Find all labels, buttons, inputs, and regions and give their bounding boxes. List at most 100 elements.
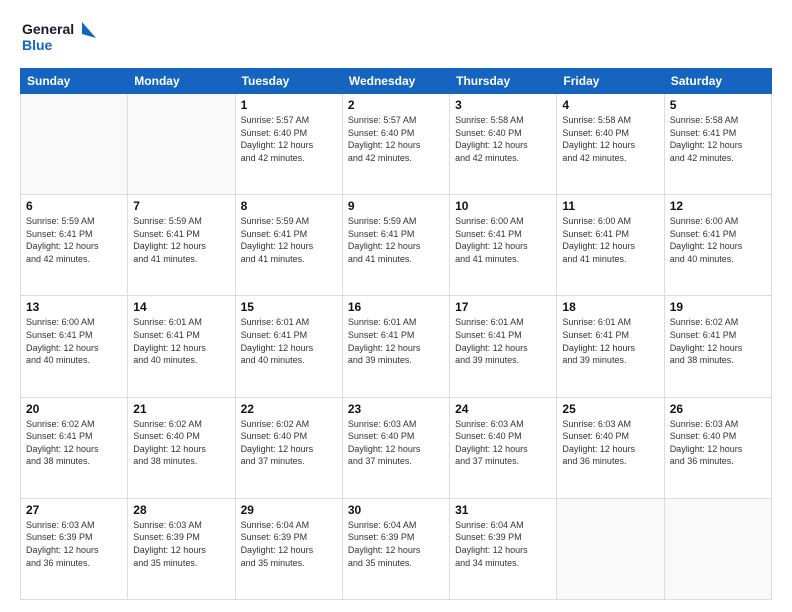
day-info: Sunrise: 6:00 AM Sunset: 6:41 PM Dayligh… — [562, 215, 658, 265]
day-info: Sunrise: 6:01 AM Sunset: 6:41 PM Dayligh… — [562, 316, 658, 366]
day-info: Sunrise: 6:03 AM Sunset: 6:40 PM Dayligh… — [562, 418, 658, 468]
day-number: 13 — [26, 300, 122, 314]
calendar-cell: 4 Sunrise: 5:58 AM Sunset: 6:40 PM Daylig… — [557, 94, 664, 195]
day-number: 16 — [348, 300, 444, 314]
calendar-cell: 28 Sunrise: 6:03 AM Sunset: 6:39 PM Dayli… — [128, 498, 235, 599]
day-number: 31 — [455, 503, 551, 517]
day-info: Sunrise: 6:00 AM Sunset: 6:41 PM Dayligh… — [455, 215, 551, 265]
day-info: Sunrise: 5:59 AM Sunset: 6:41 PM Dayligh… — [348, 215, 444, 265]
calendar-cell: 14Sunrise: 6:01 AM Sunset: 6:41 PM Dayli… — [128, 296, 235, 397]
day-info: Sunrise: 6:00 AM Sunset: 6:41 PM Dayligh… — [670, 215, 766, 265]
day-number: 1 — [241, 98, 337, 112]
calendar-cell: 1 Sunrise: 5:57 AM Sunset: 6:40 PM Daylig… — [235, 94, 342, 195]
calendar-cell — [664, 498, 771, 599]
calendar-cell: 6 Sunrise: 5:59 AM Sunset: 6:41 PM Daylig… — [21, 195, 128, 296]
calendar-cell: 22 Sunrise: 6:02 AM Sunset: 6:40 PM Dayli… — [235, 397, 342, 498]
day-info: Sunrise: 6:02 AM Sunset: 6:41 PM Dayligh… — [26, 418, 122, 468]
day-info: Sunrise: 5:59 AM Sunset: 6:41 PM Dayligh… — [241, 215, 337, 265]
day-number: 21 — [133, 402, 229, 416]
day-info: Sunrise: 5:58 AM Sunset: 6:41 PM Dayligh… — [670, 114, 766, 164]
day-info: Sunrise: 5:58 AM Sunset: 6:40 PM Dayligh… — [455, 114, 551, 164]
calendar-cell: 7 Sunrise: 5:59 AM Sunset: 6:41 PM Daylig… — [128, 195, 235, 296]
day-info: Sunrise: 6:03 AM Sunset: 6:39 PM Dayligh… — [26, 519, 122, 569]
day-info: Sunrise: 6:03 AM Sunset: 6:39 PM Dayligh… — [133, 519, 229, 569]
calendar-cell: 15Sunrise: 6:01 AM Sunset: 6:41 PM Dayli… — [235, 296, 342, 397]
day-number: 17 — [455, 300, 551, 314]
day-info: Sunrise: 6:04 AM Sunset: 6:39 PM Dayligh… — [241, 519, 337, 569]
day-number: 27 — [26, 503, 122, 517]
day-info: Sunrise: 6:04 AM Sunset: 6:39 PM Dayligh… — [348, 519, 444, 569]
calendar: SundayMondayTuesdayWednesdayThursdayFrid… — [20, 68, 772, 600]
day-info: Sunrise: 5:57 AM Sunset: 6:40 PM Dayligh… — [348, 114, 444, 164]
day-number: 12 — [670, 199, 766, 213]
calendar-cell: 8 Sunrise: 5:59 AM Sunset: 6:41 PM Daylig… — [235, 195, 342, 296]
day-number: 23 — [348, 402, 444, 416]
calendar-header-thursday: Thursday — [450, 69, 557, 94]
day-info: Sunrise: 6:00 AM Sunset: 6:41 PM Dayligh… — [26, 316, 122, 366]
calendar-header-saturday: Saturday — [664, 69, 771, 94]
day-number: 6 — [26, 199, 122, 213]
calendar-cell: 31 Sunrise: 6:04 AM Sunset: 6:39 PM Dayli… — [450, 498, 557, 599]
calendar-header-friday: Friday — [557, 69, 664, 94]
day-info: Sunrise: 5:59 AM Sunset: 6:41 PM Dayligh… — [133, 215, 229, 265]
calendar-cell — [128, 94, 235, 195]
calendar-header-monday: Monday — [128, 69, 235, 94]
calendar-cell: 3 Sunrise: 5:58 AM Sunset: 6:40 PM Daylig… — [450, 94, 557, 195]
calendar-cell: 21 Sunrise: 6:02 AM Sunset: 6:40 PM Dayli… — [128, 397, 235, 498]
day-number: 11 — [562, 199, 658, 213]
day-number: 28 — [133, 503, 229, 517]
day-info: Sunrise: 5:58 AM Sunset: 6:40 PM Dayligh… — [562, 114, 658, 164]
day-info: Sunrise: 6:03 AM Sunset: 6:40 PM Dayligh… — [670, 418, 766, 468]
page: GeneralBlue SundayMondayTuesdayWednesday… — [0, 0, 792, 612]
day-number: 30 — [348, 503, 444, 517]
day-number: 8 — [241, 199, 337, 213]
day-info: Sunrise: 5:57 AM Sunset: 6:40 PM Dayligh… — [241, 114, 337, 164]
calendar-cell: 23 Sunrise: 6:03 AM Sunset: 6:40 PM Dayli… — [342, 397, 449, 498]
day-number: 22 — [241, 402, 337, 416]
day-number: 9 — [348, 199, 444, 213]
calendar-cell — [557, 498, 664, 599]
day-number: 25 — [562, 402, 658, 416]
day-number: 3 — [455, 98, 551, 112]
calendar-cell: 18Sunrise: 6:01 AM Sunset: 6:41 PM Dayli… — [557, 296, 664, 397]
calendar-cell: 24 Sunrise: 6:03 AM Sunset: 6:40 PM Dayli… — [450, 397, 557, 498]
day-number: 10 — [455, 199, 551, 213]
calendar-cell: 30 Sunrise: 6:04 AM Sunset: 6:39 PM Dayli… — [342, 498, 449, 599]
day-number: 7 — [133, 199, 229, 213]
day-info: Sunrise: 6:03 AM Sunset: 6:40 PM Dayligh… — [455, 418, 551, 468]
day-info: Sunrise: 5:59 AM Sunset: 6:41 PM Dayligh… — [26, 215, 122, 265]
calendar-cell: 10 Sunrise: 6:00 AM Sunset: 6:41 PM Dayli… — [450, 195, 557, 296]
logo: GeneralBlue — [20, 18, 100, 58]
calendar-cell: 29 Sunrise: 6:04 AM Sunset: 6:39 PM Dayli… — [235, 498, 342, 599]
calendar-cell: 19Sunrise: 6:02 AM Sunset: 6:41 PM Dayli… — [664, 296, 771, 397]
calendar-header-tuesday: Tuesday — [235, 69, 342, 94]
calendar-cell: 16 Sunrise: 6:01 AM Sunset: 6:41 PM Dayli… — [342, 296, 449, 397]
day-info: Sunrise: 6:01 AM Sunset: 6:41 PM Dayligh… — [133, 316, 229, 366]
calendar-cell: 27 Sunrise: 6:03 AM Sunset: 6:39 PM Dayli… — [21, 498, 128, 599]
svg-text:Blue: Blue — [22, 37, 53, 53]
day-info: Sunrise: 6:03 AM Sunset: 6:40 PM Dayligh… — [348, 418, 444, 468]
day-info: Sunrise: 6:02 AM Sunset: 6:40 PM Dayligh… — [133, 418, 229, 468]
day-info: Sunrise: 6:01 AM Sunset: 6:41 PM Dayligh… — [241, 316, 337, 366]
calendar-cell: 11 Sunrise: 6:00 AM Sunset: 6:41 PM Dayli… — [557, 195, 664, 296]
day-info: Sunrise: 6:04 AM Sunset: 6:39 PM Dayligh… — [455, 519, 551, 569]
calendar-cell: 5 Sunrise: 5:58 AM Sunset: 6:41 PM Daylig… — [664, 94, 771, 195]
day-number: 26 — [670, 402, 766, 416]
day-number: 4 — [562, 98, 658, 112]
day-info: Sunrise: 6:01 AM Sunset: 6:41 PM Dayligh… — [455, 316, 551, 366]
calendar-cell: 9 Sunrise: 5:59 AM Sunset: 6:41 PM Daylig… — [342, 195, 449, 296]
day-number: 19 — [670, 300, 766, 314]
logo-icon: GeneralBlue — [20, 18, 100, 58]
day-info: Sunrise: 6:02 AM Sunset: 6:40 PM Dayligh… — [241, 418, 337, 468]
day-number: 29 — [241, 503, 337, 517]
day-info: Sunrise: 6:01 AM Sunset: 6:41 PM Dayligh… — [348, 316, 444, 366]
day-number: 24 — [455, 402, 551, 416]
header: GeneralBlue — [20, 18, 772, 58]
calendar-cell: 13 Sunrise: 6:00 AM Sunset: 6:41 PM Dayli… — [21, 296, 128, 397]
day-number: 5 — [670, 98, 766, 112]
calendar-cell: 26 Sunrise: 6:03 AM Sunset: 6:40 PM Dayli… — [664, 397, 771, 498]
calendar-cell: 17 Sunrise: 6:01 AM Sunset: 6:41 PM Dayli… — [450, 296, 557, 397]
calendar-cell: 12 Sunrise: 6:00 AM Sunset: 6:41 PM Dayli… — [664, 195, 771, 296]
calendar-header-wednesday: Wednesday — [342, 69, 449, 94]
day-number: 2 — [348, 98, 444, 112]
